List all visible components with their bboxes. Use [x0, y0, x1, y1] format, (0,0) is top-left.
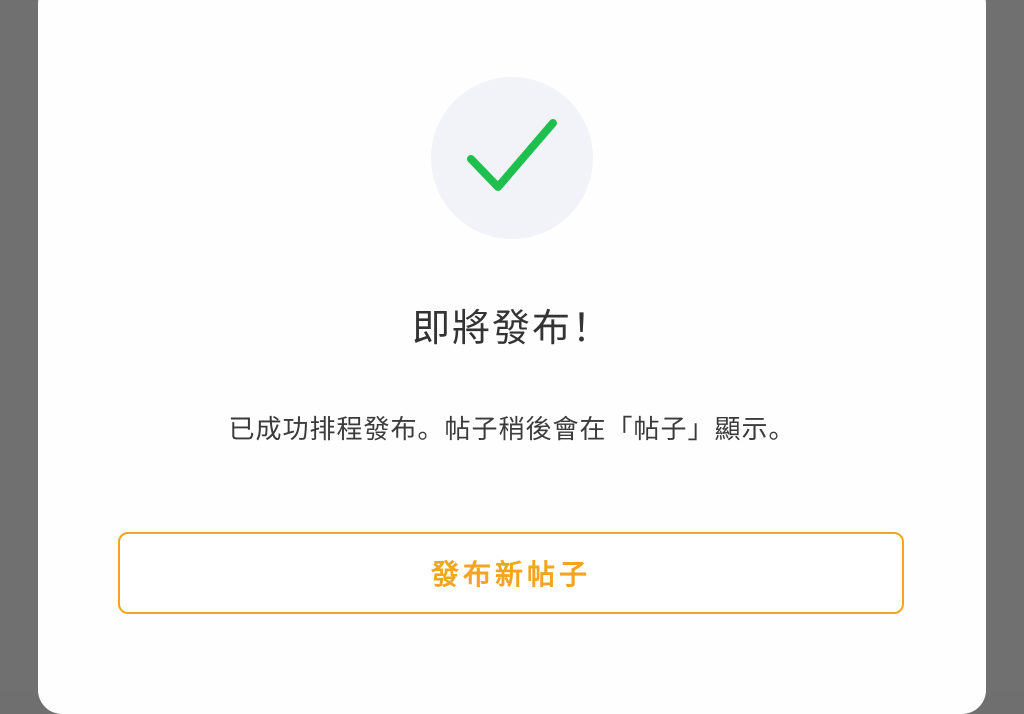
success-badge: [431, 77, 593, 239]
success-dialog: 即將發布！ 已成功排程發布。帖子稍後會在「帖子」顯示。 發布新帖子: [38, 0, 986, 714]
new-post-button[interactable]: 發布新帖子: [118, 532, 904, 614]
dialog-title: 即將發布！: [411, 306, 612, 350]
checkmark-icon: [467, 119, 557, 191]
dialog-message: 已成功排程發布。帖子稍後會在「帖子」顯示。: [228, 415, 796, 445]
